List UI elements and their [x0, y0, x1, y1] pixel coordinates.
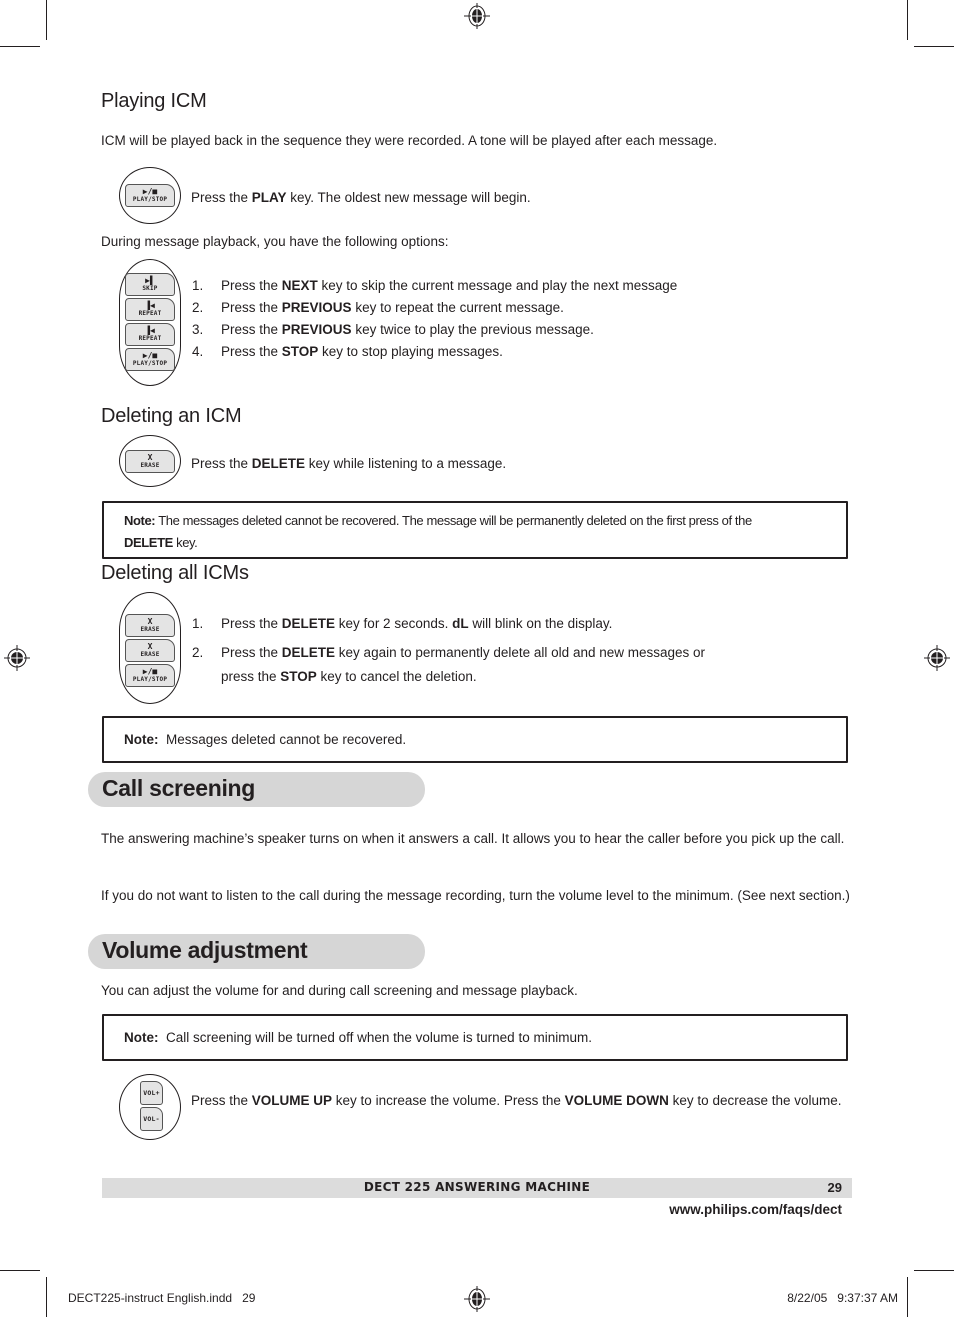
call-screening-paragraph: If you do not want to listen to the call… — [101, 888, 850, 903]
volume-intro: You can adjust the volume for and during… — [101, 983, 578, 998]
crop-mark — [46, 0, 47, 40]
crop-mark — [0, 1270, 40, 1271]
repeat-key-icon: ▐◀ REPEAT — [125, 323, 175, 346]
list-item: 4. Press the STOP key to stop playing mes… — [192, 344, 503, 359]
section-heading-deleting-an-icm: Deleting an ICM — [101, 405, 242, 427]
delete-note-box: Note: The messages deleted cannot be rec… — [102, 501, 848, 559]
play-stop-keypad-illustration: ▶/■ PLAY/STOP — [119, 167, 181, 224]
list-item: 1. Press the NEXT key to skip the current… — [192, 278, 678, 293]
slug-datetime: 8/22/05 9:37:37 AM — [787, 1291, 898, 1305]
registration-mark-icon — [924, 645, 950, 671]
footer-title: DECT 225 ANSWERING MACHINE — [363, 1180, 591, 1194]
list-item: 2. Press the DELETE key again to permanen… — [192, 645, 706, 684]
delete-all-keypad-illustration: X ERASE X ERASE ▶/■ PLAY/STOP — [119, 592, 181, 704]
play-stop-key-icon: ▶/■ PLAY/STOP — [125, 184, 175, 207]
registration-mark-icon — [464, 3, 490, 29]
erase-keypad-illustration: X ERASE — [119, 435, 181, 487]
crop-mark — [914, 46, 954, 47]
crop-mark — [46, 1277, 47, 1317]
crop-mark — [914, 1270, 954, 1271]
playback-options-list: 1. Press the NEXT key to skip the current… — [192, 275, 677, 363]
section-heading-deleting-all-icms: Deleting all ICMs — [101, 562, 249, 584]
skip-key-icon: ▶▌ SKIP — [125, 273, 175, 296]
slug-filename: DECT225-instruct English.indd 29 — [68, 1291, 256, 1305]
list-item: 1. Press the DELETE key for 2 seconds. dL… — [192, 616, 613, 631]
erase-key-icon: X ERASE — [125, 450, 175, 473]
delete-instruction: Press the DELETE key while listening to … — [191, 456, 507, 471]
crop-mark — [907, 1277, 908, 1317]
registration-mark-icon — [464, 1286, 490, 1312]
playback-keypad-illustration: ▶▌ SKIP ▐◀ REPEAT ▐◀ REPEAT ▶/■ PLAY/STOP — [119, 259, 181, 386]
play-stop-key-icon: ▶/■ PLAY/STOP — [125, 664, 175, 687]
section-heading-playing-icm: Playing ICM — [101, 90, 207, 112]
volume-note-box: Note: Call screening will be turned off … — [102, 1014, 848, 1061]
delete-all-steps-list: 1. Press the DELETE key for 2 seconds. dL… — [192, 612, 705, 689]
volume-instruction: Press the VOLUME UP key to increase the … — [191, 1093, 842, 1108]
crop-mark — [0, 46, 40, 47]
page-number: 29 — [827, 1180, 842, 1195]
playback-options-intro: During message playback, you have the fo… — [101, 234, 449, 249]
section-banner-volume-adjustment: Volume adjustment — [88, 934, 425, 969]
footer-url-link[interactable]: www.philips.com/faqs/dect — [669, 1202, 842, 1217]
volume-keypad-illustration: VOL+ VOL- — [119, 1074, 181, 1140]
playing-intro: ICM will be played back in the sequence … — [101, 133, 718, 148]
delete-all-note-box: Note: Messages deleted cannot be recover… — [102, 716, 848, 763]
list-item: 3. Press the PREVIOUS key twice to play t… — [192, 322, 594, 337]
erase-key-icon: X ERASE — [125, 639, 175, 662]
crop-mark — [907, 0, 908, 40]
call-screening-paragraph: The answering machine’s speaker turns on… — [101, 831, 845, 846]
erase-key-icon: X ERASE — [125, 614, 175, 637]
play-stop-key-icon: ▶/■ PLAY/STOP — [125, 348, 175, 371]
list-item: 2. Press the PREVIOUS key to repeat the c… — [192, 300, 564, 315]
repeat-key-icon: ▐◀ REPEAT — [125, 298, 175, 321]
volume-up-key-icon: VOL+ — [140, 1081, 163, 1105]
footer-bar: DECT 225 ANSWERING MACHINE 29 — [102, 1178, 852, 1198]
section-banner-call-screening: Call screening — [88, 772, 425, 807]
registration-mark-icon — [4, 645, 30, 671]
volume-down-key-icon: VOL- — [140, 1107, 163, 1131]
play-instruction: Press the PLAY key. The oldest new messa… — [191, 190, 531, 205]
